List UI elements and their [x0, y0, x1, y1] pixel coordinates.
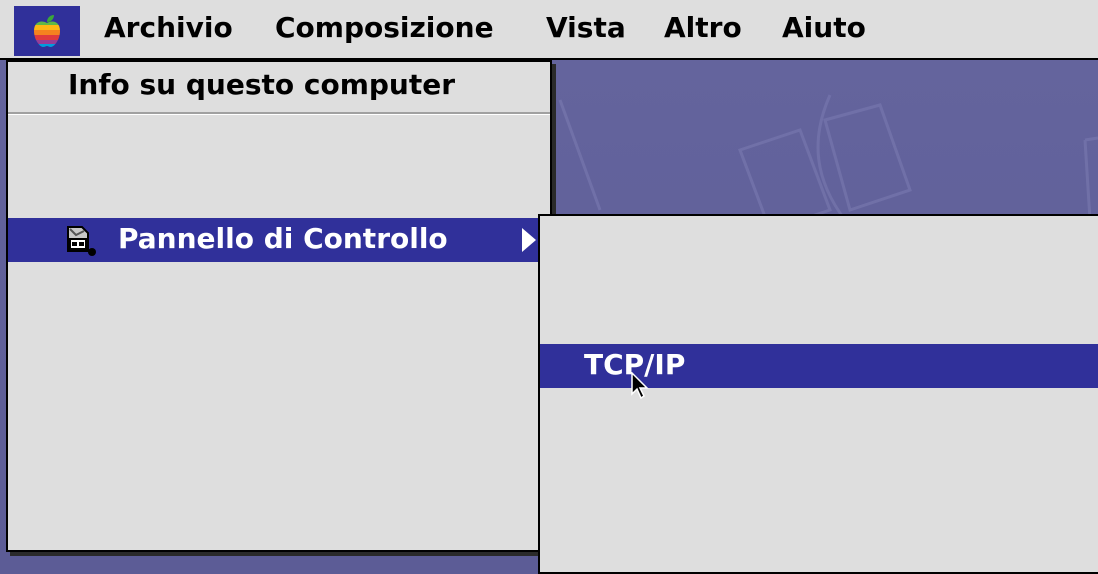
control-panels-submenu: TCP/IP [538, 214, 1098, 574]
menu-archivio[interactable]: Archivio [104, 14, 233, 42]
menu-separator [8, 112, 550, 115]
mouse-pointer-icon [631, 372, 649, 400]
menu-item-label: Pannello di Controllo [118, 222, 448, 255]
menu-vista[interactable]: Vista [546, 14, 626, 42]
control-panel-icon [67, 226, 96, 256]
menu-item-label: Info su questo computer [68, 68, 456, 101]
menu-item-control-panels[interactable]: Pannello di Controllo [8, 218, 550, 262]
menu-composizione[interactable]: Composizione [275, 14, 494, 42]
apple-rainbow-icon [34, 15, 60, 47]
submenu-arrow-icon [522, 228, 536, 252]
menu-altro[interactable]: Altro [664, 14, 742, 42]
menu-bar: Archivio Composizione Vista Altro Aiuto [0, 0, 1098, 60]
menu-item-about-this-computer[interactable]: Info su questo computer [8, 64, 550, 108]
submenu-item-tcpip[interactable]: TCP/IP [540, 344, 1098, 388]
apple-menu-button[interactable] [14, 6, 80, 56]
apple-menu-dropdown: Info su questo computer Pannello di Cont… [6, 60, 552, 552]
menu-aiuto[interactable]: Aiuto [782, 14, 866, 42]
